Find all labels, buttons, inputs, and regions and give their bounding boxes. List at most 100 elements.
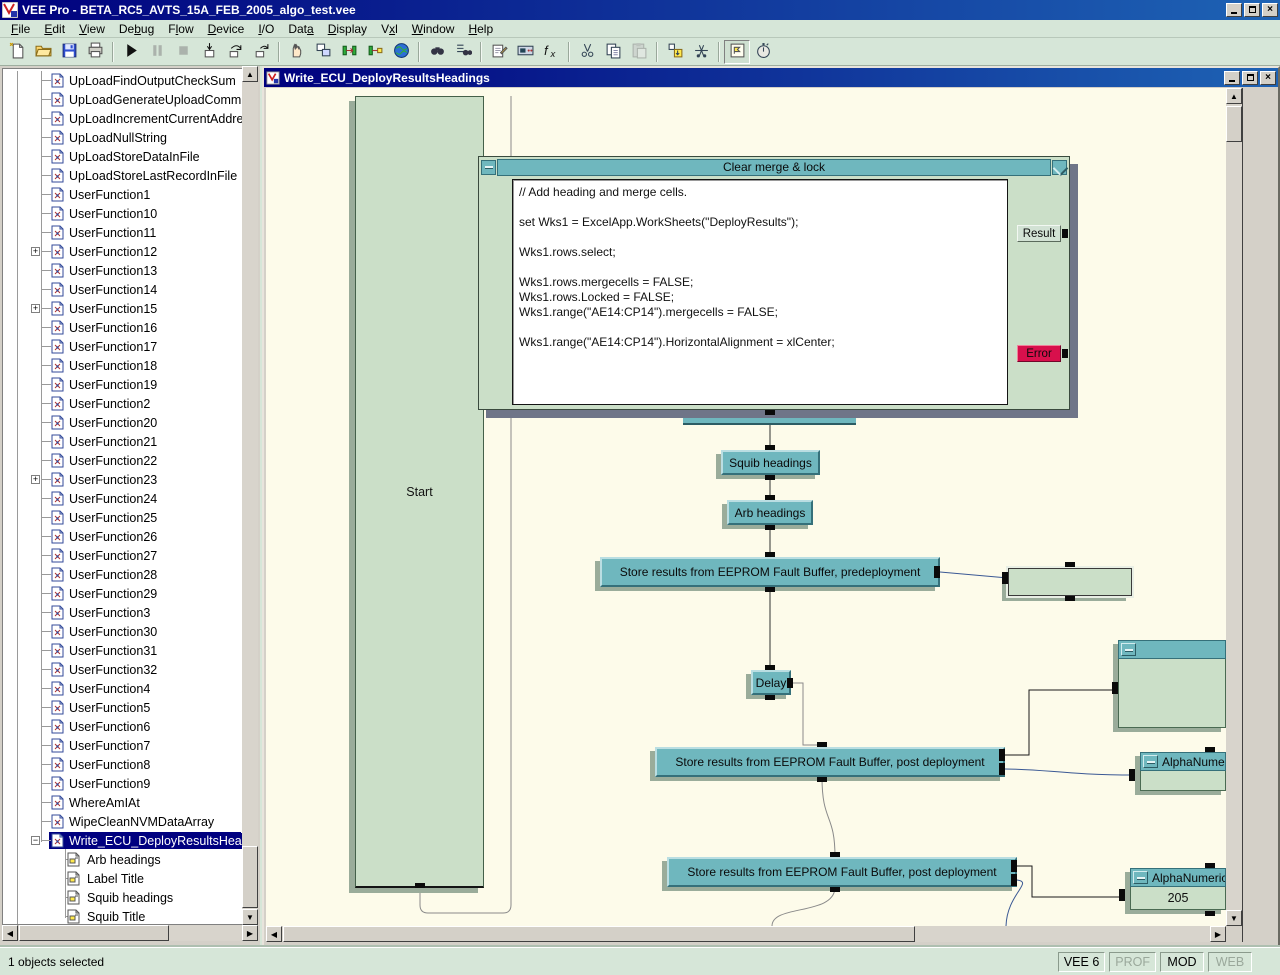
tree-item-userfunction18[interactable]: UserFunction18 bbox=[3, 356, 242, 375]
menu-item-display[interactable]: Display bbox=[321, 21, 374, 37]
alphanumeric-display-2[interactable]: AlphaNumeric 205 bbox=[1130, 868, 1226, 910]
result-pin[interactable]: Result bbox=[1017, 225, 1061, 242]
tree-item-uploadnullstring[interactable]: UpLoadNullString bbox=[3, 128, 242, 147]
function-fx-button[interactable]: fx bbox=[538, 40, 564, 64]
step-over-button[interactable] bbox=[222, 40, 248, 64]
menu-item-flow[interactable]: Flow bbox=[161, 21, 200, 37]
app-titlebar[interactable]: VEE Pro - BETA_RC5_AVTS_15A_FEB_2005_alg… bbox=[0, 0, 1280, 20]
step-out-button[interactable] bbox=[248, 40, 274, 64]
expand-icon[interactable]: + bbox=[31, 304, 40, 313]
start-object[interactable]: Start bbox=[355, 96, 484, 888]
selected-green-box[interactable] bbox=[1008, 568, 1132, 596]
arb-headings-box[interactable]: Arb headings bbox=[727, 500, 813, 525]
collapse-icon[interactable]: − bbox=[31, 836, 40, 845]
display-window[interactable] bbox=[1118, 640, 1226, 728]
tree-item-label-title[interactable]: Label Title bbox=[3, 869, 242, 888]
canvas-vscrollbar[interactable] bbox=[1226, 88, 1242, 926]
tree-scroll-left-icon[interactable]: ◀ bbox=[2, 925, 18, 941]
canvas-hscroll-thumb[interactable] bbox=[283, 926, 915, 942]
tree-item-userfunction30[interactable]: UserFunction30 bbox=[3, 622, 242, 641]
menu-item-help[interactable]: Help bbox=[461, 21, 500, 37]
tree-item-userfunction32[interactable]: UserFunction32 bbox=[3, 660, 242, 679]
web-globe-button[interactable] bbox=[388, 40, 414, 64]
tree-item-userfunction21[interactable]: UserFunction21 bbox=[3, 432, 242, 451]
show-terminals-button[interactable] bbox=[724, 40, 750, 64]
resize-icon[interactable] bbox=[1052, 160, 1067, 175]
app-minimize-button[interactable] bbox=[1226, 3, 1242, 17]
app-close-button[interactable]: × bbox=[1262, 3, 1278, 17]
tree-scroll-right-icon[interactable]: ▶ bbox=[242, 925, 258, 941]
clear-merge-lock-object[interactable]: Clear merge & lock // Add heading and me… bbox=[478, 156, 1070, 410]
menu-item-window[interactable]: Window bbox=[405, 21, 462, 37]
tree-item-userfunction8[interactable]: UserFunction8 bbox=[3, 755, 242, 774]
tree-item-userfunction10[interactable]: UserFunction10 bbox=[3, 204, 242, 223]
tree-vscroll-thumb[interactable] bbox=[242, 846, 258, 908]
stopwatch-button[interactable] bbox=[750, 40, 776, 64]
run-play-button[interactable] bbox=[118, 40, 144, 64]
child-minimize-button[interactable] bbox=[1224, 71, 1240, 85]
tree-item-userfunction20[interactable]: UserFunction20 bbox=[3, 413, 242, 432]
tree-scroll-up-icon[interactable]: ▲ bbox=[242, 66, 258, 82]
canvas-scroll-down-icon[interactable]: ▼ bbox=[1226, 910, 1242, 926]
tree-item-userfunction12[interactable]: +UserFunction12 bbox=[3, 242, 242, 261]
tree-item-whereamiat[interactable]: WhereAmIAt bbox=[3, 793, 242, 812]
connect-sequence-button[interactable] bbox=[362, 40, 388, 64]
add-object-button[interactable] bbox=[662, 40, 688, 64]
alphanumeric-2-titlebar[interactable]: AlphaNumeric bbox=[1130, 868, 1226, 887]
canvas-scroll-up-icon[interactable]: ▲ bbox=[1226, 88, 1242, 104]
tree-item-userfunction11[interactable]: UserFunction11 bbox=[3, 223, 242, 242]
expand-icon[interactable]: + bbox=[31, 247, 40, 256]
tree-item-userfunction1[interactable]: UserFunction1 bbox=[3, 185, 242, 204]
menu-item-data[interactable]: Data bbox=[281, 21, 320, 37]
find-binoculars-button[interactable] bbox=[424, 40, 450, 64]
tree-scroll-down-icon[interactable]: ▼ bbox=[242, 909, 258, 925]
tree-item-userfunction7[interactable]: UserFunction7 bbox=[3, 736, 242, 755]
store-postdeployment-box-2[interactable]: Store results from EEPROM Fault Buffer, … bbox=[667, 857, 1017, 887]
tree-item-squib-headings[interactable]: Squib headings bbox=[3, 888, 242, 907]
menu-item-view[interactable]: View bbox=[72, 21, 112, 37]
tree-item-userfunction15[interactable]: +UserFunction15 bbox=[3, 299, 242, 318]
tree-item-userfunction26[interactable]: UserFunction26 bbox=[3, 527, 242, 546]
expand-icon[interactable]: + bbox=[31, 475, 40, 484]
delay-box[interactable]: Delay bbox=[751, 670, 791, 695]
open-folder-button[interactable] bbox=[30, 40, 56, 64]
find-results-button[interactable] bbox=[450, 40, 476, 64]
tree-item-uploadfindoutputchecksum[interactable]: UpLoadFindOutputCheckSum bbox=[3, 71, 242, 90]
tree-item-userfunction24[interactable]: UserFunction24 bbox=[3, 489, 242, 508]
error-pin[interactable]: Error bbox=[1017, 345, 1061, 362]
app-maximize-button[interactable] bbox=[1244, 3, 1260, 17]
menu-item-debug[interactable]: Debug bbox=[112, 21, 161, 37]
tree-item-userfunction4[interactable]: UserFunction4 bbox=[3, 679, 242, 698]
tree-item-userfunction5[interactable]: UserFunction5 bbox=[3, 698, 242, 717]
cut-scissors-button[interactable] bbox=[574, 40, 600, 64]
save-floppy-button[interactable] bbox=[56, 40, 82, 64]
tree-item-userfunction2[interactable]: UserFunction2 bbox=[3, 394, 242, 413]
alphanumeric-display-1[interactable]: AlphaNumer bbox=[1140, 752, 1226, 791]
menu-item-i-o[interactable]: I/O bbox=[251, 21, 281, 37]
tree-item-uploadgenerateuploadcomm[interactable]: UpLoadGenerateUploadComm bbox=[3, 90, 242, 109]
tree-vscrollbar[interactable] bbox=[242, 66, 258, 925]
tree-item-userfunction22[interactable]: UserFunction22 bbox=[3, 451, 242, 470]
copy-button[interactable] bbox=[600, 40, 626, 64]
print-button[interactable] bbox=[82, 40, 108, 64]
properties-editor-button[interactable] bbox=[486, 40, 512, 64]
tree-item-userfunction31[interactable]: UserFunction31 bbox=[3, 641, 242, 660]
tree-item-userfunction6[interactable]: UserFunction6 bbox=[3, 717, 242, 736]
store-postdeployment-box-1[interactable]: Store results from EEPROM Fault Buffer, … bbox=[655, 747, 1005, 777]
canvas-scroll-left-icon[interactable]: ◀ bbox=[266, 926, 282, 942]
child-restore-button[interactable] bbox=[1242, 71, 1258, 85]
canvas-scroll-right-icon[interactable]: ▶ bbox=[1210, 926, 1226, 942]
tree-item-userfunction29[interactable]: UserFunction29 bbox=[3, 584, 242, 603]
delete-connection-button[interactable] bbox=[688, 40, 714, 64]
tree-item-arb-headings[interactable]: Arb headings bbox=[3, 850, 242, 869]
tree-hscroll-thumb[interactable] bbox=[19, 925, 169, 941]
display-window-titlebar[interactable] bbox=[1118, 640, 1226, 659]
pan-hand-button[interactable] bbox=[284, 40, 310, 64]
canvas-vscroll-thumb[interactable] bbox=[1226, 106, 1242, 142]
minimize-icon[interactable] bbox=[1143, 755, 1158, 768]
tree-item-userfunction16[interactable]: UserFunction16 bbox=[3, 318, 242, 337]
tree-item-uploadstoredatainfile[interactable]: UpLoadStoreDataInFile bbox=[3, 147, 242, 166]
function-tree[interactable]: UpLoadFindOutputCheckSumUpLoadGenerateUp… bbox=[2, 68, 242, 925]
menu-item-vxl[interactable]: Vxl bbox=[374, 21, 405, 37]
instrument-manager-button[interactable] bbox=[512, 40, 538, 64]
